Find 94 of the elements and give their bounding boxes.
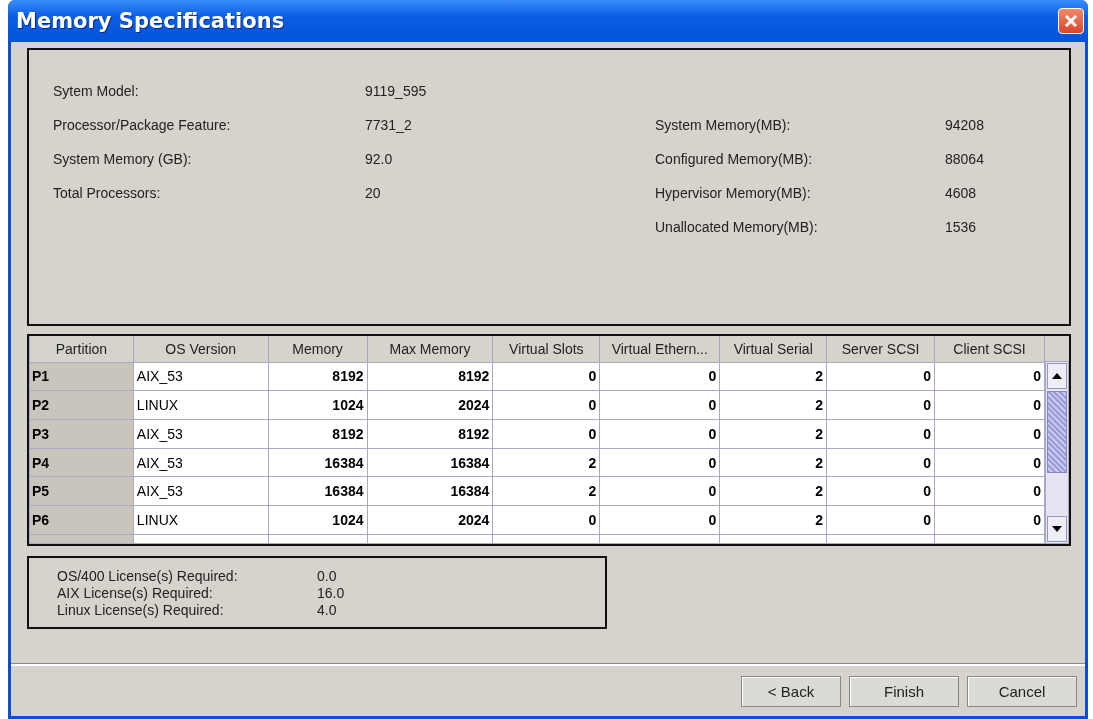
- license-label: OS/400 License(s) Required:: [57, 568, 239, 585]
- down-arrow-icon: [1052, 526, 1062, 532]
- table-cell: 2: [719, 505, 827, 535]
- table-cell: 0: [826, 419, 935, 449]
- table-cell: 2: [719, 476, 827, 506]
- field-value: 7731_2: [365, 117, 413, 135]
- table-cell: 8192: [268, 419, 367, 449]
- table-cell: 8192: [268, 362, 367, 391]
- field-label: Processor/Package Feature:: [53, 117, 232, 135]
- table-cell: 0: [826, 362, 935, 391]
- license-value: 16.0: [317, 585, 346, 602]
- table-cell: AIX_53: [133, 448, 269, 477]
- table-cell: 0: [934, 419, 1045, 449]
- field-label: Total Processors:: [53, 185, 162, 203]
- up-arrow-icon: [1052, 373, 1062, 379]
- table-cell: 16384: [268, 448, 367, 477]
- column-header[interactable]: Virtual Slots: [492, 336, 600, 363]
- field-label: Unallocated Memory(MB):: [655, 219, 819, 237]
- field-value: 4608: [945, 185, 978, 203]
- table-cell: 2: [492, 476, 600, 506]
- table-cell: 2: [719, 419, 827, 449]
- table-cell: 2024: [367, 390, 493, 420]
- field-value: 92.0: [365, 151, 394, 169]
- table-cell: 0: [492, 390, 600, 420]
- row-header: P1: [29, 362, 134, 391]
- table-cell: 0: [599, 390, 720, 420]
- table-cell: 2: [492, 448, 600, 477]
- row-header: P4: [29, 448, 134, 477]
- row-header: P2: [29, 390, 134, 420]
- field-label: Hypervisor Memory(MB):: [655, 185, 812, 203]
- field-value: 1536: [945, 219, 978, 237]
- table-cell: 16384: [367, 448, 493, 477]
- table-cell: 1024: [268, 505, 367, 535]
- table-cell: 2: [719, 448, 827, 477]
- table-cell: LINUX: [133, 390, 269, 420]
- table-cell: 0: [826, 505, 935, 535]
- table-cell: 2024: [367, 505, 493, 535]
- license-value: 4.0: [317, 602, 338, 619]
- column-header[interactable]: Virtual Ethern...: [599, 336, 720, 363]
- table-cell: 0: [492, 419, 600, 449]
- table-cell: 16384: [268, 476, 367, 506]
- table-cell: 0: [934, 505, 1045, 535]
- table-cell: 0: [599, 362, 720, 391]
- table-cell: AIX_53: [133, 419, 269, 449]
- table-cell: 8192: [367, 362, 493, 391]
- column-header[interactable]: Memory: [268, 336, 367, 363]
- table-cell: 0: [492, 505, 600, 535]
- close-icon: [1064, 14, 1078, 28]
- table-cell: 8192: [367, 419, 493, 449]
- license-label: Linux License(s) Required:: [57, 602, 225, 619]
- table-cell: 0: [934, 390, 1045, 420]
- field-label: Configured Memory(MB):: [655, 151, 814, 169]
- column-header[interactable]: OS Version: [133, 336, 269, 363]
- field-value: 9119_595: [365, 83, 428, 101]
- row-header: P3: [29, 419, 134, 449]
- column-header[interactable]: Partition: [29, 336, 134, 363]
- table-cell: 0: [934, 448, 1045, 477]
- row-header: P5: [29, 476, 134, 506]
- dialog-button[interactable]: < Back: [741, 675, 841, 707]
- window-title: Memory Specifications: [16, 9, 285, 33]
- column-header[interactable]: Virtual Serial: [719, 336, 827, 363]
- dialog-button[interactable]: Cancel: [967, 675, 1077, 707]
- table-cell: 0: [599, 448, 720, 477]
- field-value: 94208: [945, 117, 985, 135]
- license-label: AIX License(s) Required:: [57, 585, 214, 602]
- column-header[interactable]: Client SCSI: [934, 336, 1045, 363]
- table-cell: 0: [599, 419, 720, 449]
- table-cell: 0: [492, 362, 600, 391]
- table-cell: LINUX: [133, 505, 269, 535]
- field-value: 20: [365, 185, 382, 203]
- close-button[interactable]: [1058, 8, 1084, 34]
- dialog-button[interactable]: Finish: [849, 675, 959, 707]
- field-label: System Memory(MB):: [655, 117, 792, 135]
- license-value: 0.0: [317, 568, 338, 585]
- row-header: P6: [29, 505, 134, 535]
- table-cell: 0: [599, 505, 720, 535]
- table-cell: AIX_53: [133, 476, 269, 506]
- table-cell: 0: [826, 448, 935, 477]
- table-cell: 1024: [268, 390, 367, 420]
- scrollbar[interactable]: [1045, 361, 1069, 544]
- table-cell: 2: [719, 362, 827, 391]
- table-cell: 0: [599, 476, 720, 506]
- field-label: Sytem Model:: [53, 83, 140, 101]
- field-label: System Memory (GB):: [53, 151, 193, 169]
- table-cell: 0: [934, 362, 1045, 391]
- column-header[interactable]: Max Memory: [367, 336, 493, 363]
- column-header[interactable]: Server SCSI: [826, 336, 935, 363]
- table-cell: AIX_53: [133, 362, 269, 391]
- field-value: 88064: [945, 151, 985, 169]
- table-cell: 16384: [367, 476, 493, 506]
- table-cell: 0: [826, 390, 935, 420]
- table-cell: 2: [719, 390, 827, 420]
- table-cell: 0: [934, 476, 1045, 506]
- table-cell: 0: [826, 476, 935, 506]
